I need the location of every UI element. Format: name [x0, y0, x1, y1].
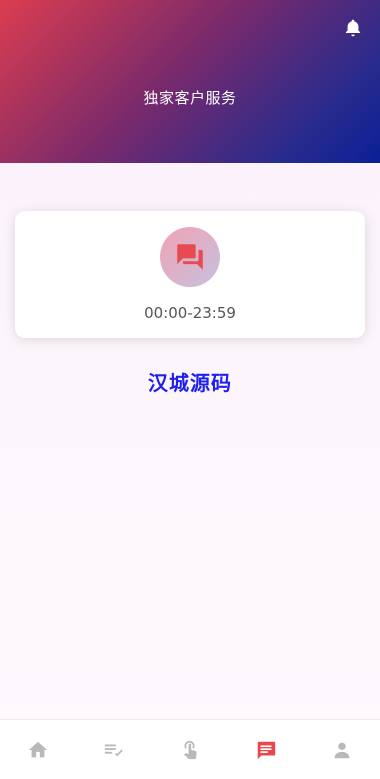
touch-gesture-icon [184, 740, 197, 759]
nav-item-list[interactable] [84, 720, 144, 779]
message-icon [257, 741, 276, 759]
chat-icon-badge [160, 227, 220, 287]
header: 独家客户服务 [0, 0, 380, 163]
brand-text: 汉城源码 [148, 371, 232, 395]
home-icon [28, 741, 48, 757]
page-title: 独家客户服务 [143, 89, 237, 107]
bell-icon[interactable] [343, 17, 363, 39]
nav-item-home[interactable] [8, 720, 68, 779]
chat-bubbles-icon [177, 244, 203, 270]
nav-item-touch[interactable] [160, 720, 220, 779]
bottom-nav [0, 719, 380, 779]
service-hours: 00:00-23:59 [144, 304, 236, 322]
nav-item-profile[interactable] [312, 720, 372, 779]
support-hours-card[interactable]: 00:00-23:59 [15, 211, 365, 338]
person-icon [334, 742, 350, 758]
nav-item-messages[interactable] [236, 720, 296, 779]
list-check-icon [104, 744, 123, 756]
